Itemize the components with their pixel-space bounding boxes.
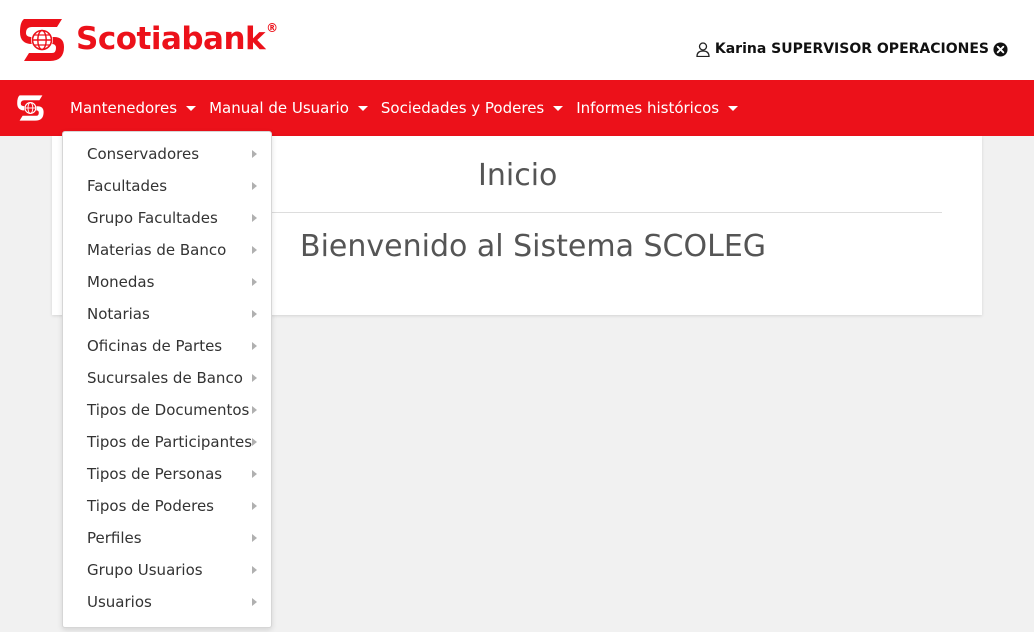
chevron-right-icon [252,150,257,158]
main-navbar: Mantenedores Manual de Usuario Sociedade… [0,80,1034,136]
scotiabank-s-icon[interactable] [16,92,46,124]
menu-item-tipos-de-participantes[interactable]: Tipos de Participantes [63,426,271,458]
menu-item-monedas[interactable]: Monedas [63,266,271,298]
menu-item-label: Facultades [87,177,168,195]
chevron-right-icon [252,342,257,350]
menu-item-tipos-de-documentos[interactable]: Tipos de Documentos [63,394,271,426]
nav-menu: Mantenedores Manual de Usuario Sociedade… [70,80,751,136]
chevron-right-icon [252,502,257,510]
chevron-right-icon [252,534,257,542]
chevron-right-icon [252,438,257,446]
caret-down-icon [357,105,368,111]
chevron-right-icon [252,406,257,414]
user-name: Karina SUPERVISOR OPERACIONES [714,41,989,57]
menu-item-label: Notarias [87,305,150,323]
chevron-right-icon [252,214,257,222]
scotiabank-globe-icon [20,19,64,61]
caret-down-icon [553,105,564,111]
menu-item-label: Tipos de Personas [87,465,223,483]
chevron-right-icon [252,246,257,254]
menu-item-label: Conservadores [87,145,200,163]
menu-item-tipos-de-poderes[interactable]: Tipos de Poderes [63,490,271,522]
menu-item-grupo-facultades[interactable]: Grupo Facultades [63,202,271,234]
nav-item-label: Sociedades y Poderes [380,99,545,117]
caret-down-icon [728,105,739,111]
chevron-right-icon [252,566,257,574]
menu-item-perfiles[interactable]: Perfiles [63,522,271,554]
chevron-right-icon [252,182,257,190]
chevron-right-icon [252,374,257,382]
page-title: Inicio [478,158,558,193]
mantenedores-dropdown-menu: Conservadores Facultades Grupo Facultade… [62,131,272,628]
header: Scotiabank ® Karina SUPERVISOR OPERACION… [0,0,1034,80]
title-divider [262,212,942,213]
nav-item-manual-de-usuario[interactable]: Manual de Usuario [209,99,368,117]
menu-item-materias-de-banco[interactable]: Materias de Banco [63,234,271,266]
menu-item-notarias[interactable]: Notarias [63,298,271,330]
close-circle-icon[interactable] [993,41,1008,57]
chevron-right-icon [252,310,257,318]
nav-item-label: Mantenedores [70,99,178,117]
menu-item-label: Tipos de Documentos [87,401,250,419]
chevron-right-icon [252,598,257,606]
registered-mark: ® [266,21,279,35]
menu-item-oficinas-de-partes[interactable]: Oficinas de Partes [63,330,271,362]
nav-item-mantenedores[interactable]: Mantenedores [70,99,197,117]
menu-item-facultades[interactable]: Facultades [63,170,271,202]
menu-item-label: Grupo Usuarios [87,561,203,579]
menu-item-label: Sucursales de Banco [87,369,243,387]
caret-down-icon [186,105,197,111]
menu-item-label: Grupo Facultades [87,209,218,227]
chevron-right-icon [252,470,257,478]
menu-item-label: Materias de Banco [87,241,227,259]
scotiabank-logo[interactable]: Scotiabank ® [18,14,278,66]
menu-item-label: Tipos de Participantes [87,433,253,451]
user-menu[interactable]: Karina SUPERVISOR OPERACIONES [696,41,1008,57]
nav-item-label: Informes históricos [576,99,720,117]
menu-item-sucursales-de-banco[interactable]: Sucursales de Banco [63,362,271,394]
menu-item-label: Usuarios [87,593,152,611]
menu-item-label: Oficinas de Partes [87,337,223,355]
menu-item-usuarios[interactable]: Usuarios [63,586,271,618]
menu-item-grupo-usuarios[interactable]: Grupo Usuarios [63,554,271,586]
menu-item-label: Perfiles [87,529,142,547]
menu-item-label: Tipos de Poderes [87,497,214,515]
menu-item-label: Monedas [87,273,155,291]
menu-item-conservadores[interactable]: Conservadores [63,138,271,170]
chevron-right-icon [252,278,257,286]
brand-name: Scotiabank [76,21,266,57]
user-icon [696,41,710,57]
nav-item-label: Manual de Usuario [209,99,349,117]
welcome-message: Bienvenido al Sistema SCOLEG [300,229,767,264]
nav-item-sociedades-y-poderes[interactable]: Sociedades y Poderes [380,99,564,117]
nav-item-informes-historicos[interactable]: Informes históricos [576,99,739,117]
menu-item-tipos-de-personas[interactable]: Tipos de Personas [63,458,271,490]
